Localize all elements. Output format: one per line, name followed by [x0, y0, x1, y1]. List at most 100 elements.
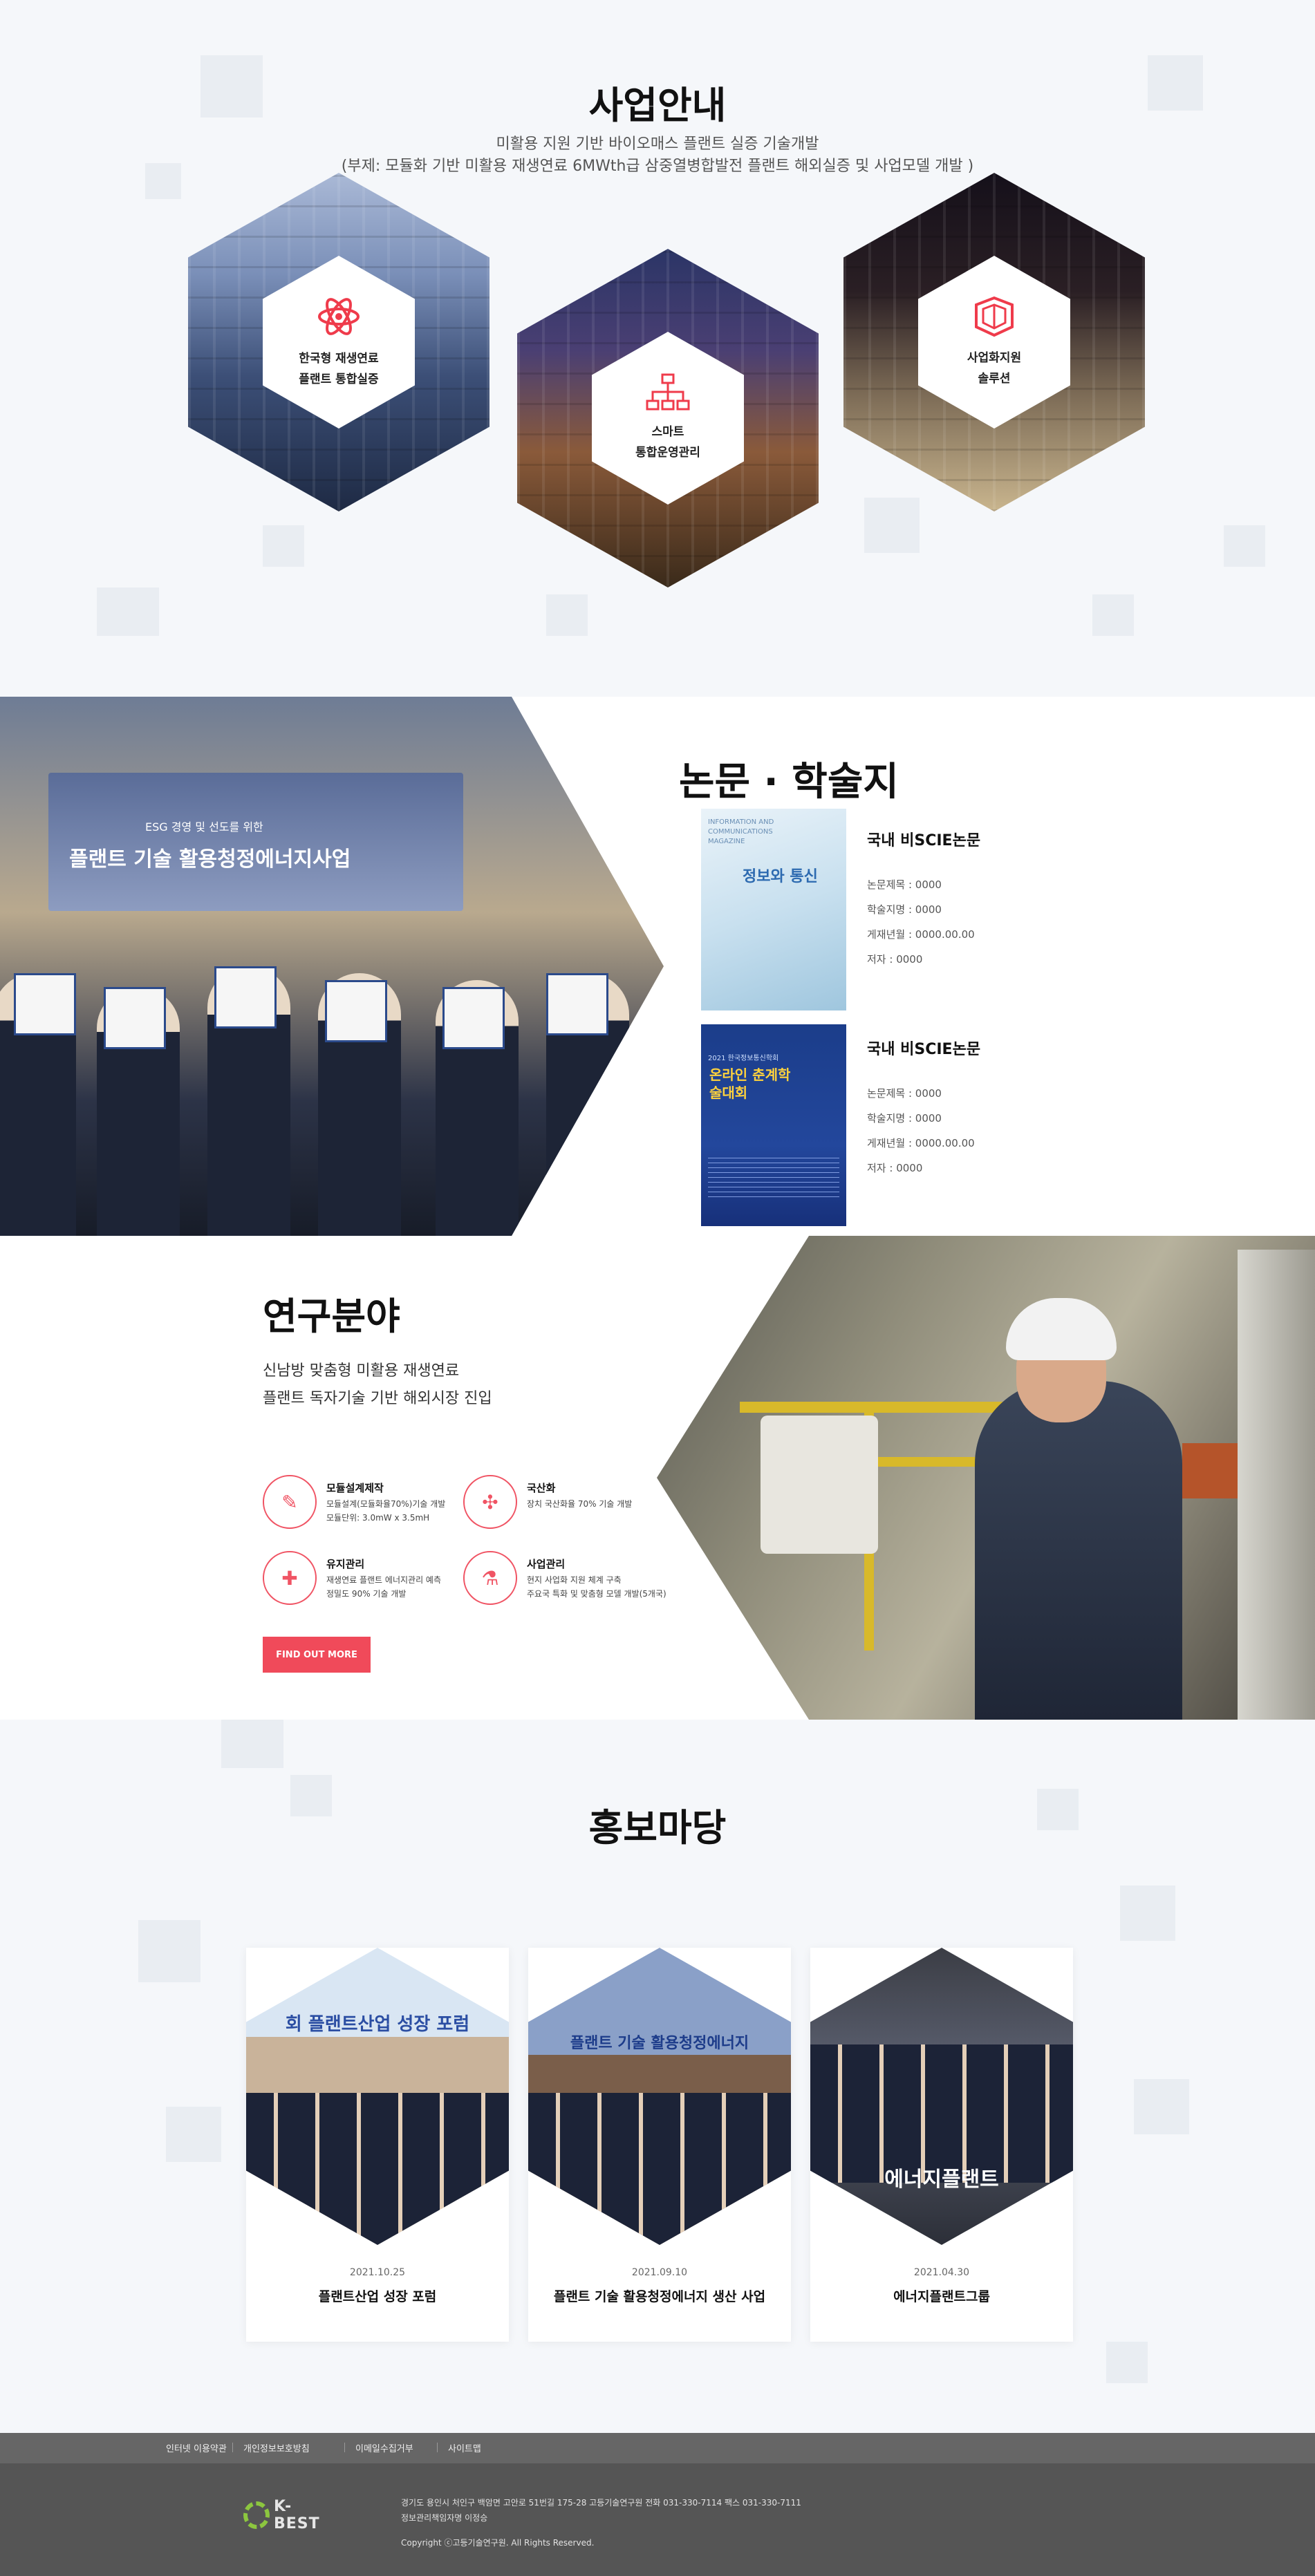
- footer-divider: [344, 2443, 345, 2452]
- decor-square: [263, 525, 304, 567]
- certificate: [546, 973, 608, 1035]
- footer-link-sitemap[interactable]: 사이트맵: [448, 2441, 481, 2454]
- cover-text: 2021 한국정보통신학회: [708, 1055, 779, 1062]
- page: 사업안내 미활용 지원 기반 바이오매스 플랜트 실증 기술개발 (부제: 모듈…: [0, 0, 1315, 2576]
- biz-item-label: 한국형 재생연료: [299, 352, 379, 366]
- footer-privacy-officer: 정보관리책임자명 이정승: [401, 2513, 488, 2523]
- paper-meta-line: 논문제목 : 0000: [867, 878, 942, 891]
- find-out-more-button[interactable]: FIND OUT MORE: [263, 1637, 371, 1673]
- feature-module-design: ✎ 모듈설계제작 모듈설계(모듈화율70%)기술 개발 모듈단위: 3.0mW …: [263, 1475, 470, 1530]
- biz-hex-smart-operation[interactable]: 스마트 통합운영관리: [517, 249, 819, 587]
- feature-desc-line: 모듈단위: 3.0mW x 3.5mH: [326, 1513, 430, 1523]
- paper-meta-line: 저자 : 0000: [867, 953, 923, 966]
- decor-square: [1134, 2079, 1189, 2134]
- subtitle-line: 플랜트 독자기술 기반 해외시장 진입: [263, 1390, 492, 1407]
- footer-address: 경기도 용인시 처인구 백암면 고안로 51번길 175-28 고등기술연구원 …: [401, 2498, 801, 2508]
- section-subtitle-detail: (부제: 모듈화 기반 미활용 재생연료 6MWth급 삼중열병합발전 플랜트 …: [341, 158, 974, 175]
- decor-square: [1092, 594, 1134, 636]
- footer-divider: [232, 2443, 233, 2452]
- pills-icon: ✚: [263, 1551, 317, 1605]
- plant-icon: ⚗: [463, 1551, 517, 1605]
- pr-card[interactable]: 플랜트 기술 활용청정에너지 2021.09.10 플랜트 기술 활용청정에너지…: [528, 1948, 791, 2342]
- logo-text: K-BEST: [273, 2498, 320, 2532]
- cover-detail: [708, 1156, 839, 1197]
- footer-link-terms[interactable]: 인터넷 이용약관: [166, 2441, 227, 2454]
- paper-meta-line: 게재년월 : 0000.00.00: [867, 1137, 975, 1149]
- pr-card-date: 2021.09.10: [631, 2267, 688, 2278]
- atom-icon: [318, 298, 360, 335]
- footer-link-privacy[interactable]: 개인정보보호방침: [243, 2441, 310, 2454]
- footer-logo[interactable]: K-BEST: [243, 2498, 333, 2532]
- paper-meta: 논문제목 : 0000 학술지명 : 0000 게재년월 : 0000.00.0…: [867, 1081, 975, 1181]
- business-section: 사업안내 미활용 지원 기반 바이오매스 플랜트 실증 기술개발 (부제: 모듈…: [0, 0, 1315, 697]
- pr-card-title: 플랜트산업 성장 포럼: [318, 2289, 437, 2304]
- feature-title: 모듈설계제작: [326, 1482, 384, 1494]
- cube-icon: [975, 296, 1014, 337]
- section-subtitle: 미활용 지원 기반 바이오매스 플랜트 실증 기술개발: [496, 135, 819, 153]
- research-section: 연구분야 신남방 맞춤형 미활용 재생연료 플랜트 독자기술 기반 해외시장 진…: [0, 1236, 1315, 1720]
- worker-photo: [657, 1236, 1315, 1720]
- paper-title[interactable]: 국내 비SCIE논문: [867, 1037, 980, 1059]
- pr-card[interactable]: 에너지플랜트 2021.04.30 에너지플랜트그룹: [810, 1948, 1073, 2342]
- crowd: [528, 2093, 791, 2245]
- network-icon: ✣: [463, 1475, 517, 1529]
- subtitle-line: 신남방 맞춤형 미활용 재생연료: [263, 1362, 460, 1380]
- footer-divider: [437, 2443, 438, 2452]
- biz-item-label: 스마트: [651, 425, 684, 439]
- pr-card-title: 에너지플랜트그룹: [893, 2289, 990, 2304]
- cover-text: MAGAZINE: [708, 838, 745, 845]
- pr-card-date: 2021.10.25: [349, 2267, 406, 2278]
- feature-desc-line: 모듈설계(모듈화율70%)기술 개발: [326, 1499, 446, 1509]
- decor-square: [1120, 1886, 1175, 1941]
- certificate: [442, 987, 505, 1049]
- decor-square: [546, 594, 588, 636]
- feature-desc: 장치 국산화율 70% 기술 개발: [527, 1497, 632, 1511]
- paper-title[interactable]: 국내 비SCIE논문: [867, 828, 980, 850]
- decor-square: [138, 1920, 200, 1982]
- pr-card[interactable]: 회 플랜트산업 성장 포럼 2021.10.25 플랜트산업 성장 포럼: [246, 1948, 509, 2342]
- feature-desc: 현지 사업화 지원 체계 구축 주요국 특화 및 맞춤형 모델 개발(5개국): [527, 1573, 666, 1601]
- pr-card-image: 회 플랜트산업 성장 포럼: [246, 1948, 509, 2245]
- decor-square: [864, 498, 920, 553]
- helmet: [1006, 1298, 1117, 1360]
- cover-text: INFORMATION AND: [708, 818, 774, 826]
- feature-title: 유지관리: [326, 1558, 365, 1570]
- biz-hex-integrated-demo[interactable]: 한국형 재생연료 플랜트 통합실증: [188, 173, 489, 511]
- pen-icon: ✎: [263, 1475, 317, 1529]
- decor-square: [97, 587, 159, 636]
- cover-text: COMMUNICATIONS: [708, 828, 773, 836]
- feature-desc-line: 정밀도 90% 기술 개발: [326, 1589, 407, 1599]
- ceremony-photo: ESG 경영 및 선도를 위한 플랜트 기술 활용청정에너지사업: [0, 697, 664, 1236]
- paper-meta-line: 저자 : 0000: [867, 1162, 923, 1174]
- certificate: [104, 987, 166, 1049]
- section-title: 논문 · 학술지: [679, 760, 899, 805]
- footer-links-bar: 인터넷 이용약관 개인정보보호방침 이메일수집거부 사이트맵: [0, 2433, 1315, 2463]
- journal-cover[interactable]: INFORMATION AND COMMUNICATIONS MAGAZINE …: [701, 809, 846, 1010]
- footer-link-email-refusal[interactable]: 이메일수집거부: [355, 2441, 413, 2454]
- gear-icon: [243, 2501, 270, 2529]
- pr-card-image: 에너지플랜트: [810, 1948, 1073, 2245]
- pipe: [1238, 1250, 1315, 1720]
- pr-section: 홍보마당 회 플랜트산업 성장 포럼 2021.10.25 플랜트산업 성장 포…: [0, 1720, 1315, 2433]
- journal-cover[interactable]: 2021 한국정보통신학회 온라인 춘계학술대회: [701, 1024, 846, 1226]
- decor-square: [221, 1720, 283, 1768]
- feature-desc-line: 장치 국산화율 70% 기술 개발: [527, 1499, 633, 1509]
- biz-item-label: 솔루션: [978, 372, 1011, 386]
- pr-card-image: 플랜트 기술 활용청정에너지: [528, 1948, 791, 2245]
- paper-meta-line: 학술지명 : 0000: [867, 1112, 942, 1125]
- section-title: 사업안내: [588, 84, 727, 127]
- feature-business-mgmt: ⚗ 사업관리 현지 사업화 지원 체계 구축 주요국 특화 및 맞춤형 모델 개…: [463, 1551, 671, 1606]
- decor-square: [1106, 2342, 1148, 2383]
- feature-desc: 모듈설계(모듈화율70%)기술 개발 모듈단위: 3.0mW x 3.5mH: [326, 1497, 445, 1525]
- section-subtitle: 신남방 맞춤형 미활용 재생연료 플랜트 독자기술 기반 해외시장 진입: [263, 1357, 492, 1413]
- photo-banner-text: 플랜트 기술 활용청정에너지: [570, 2035, 749, 2052]
- biz-item-label: 사업화지원: [967, 351, 1022, 365]
- biz-hex-commercialization[interactable]: 사업화지원 솔루션: [843, 173, 1145, 511]
- section-title: 홍보마당: [588, 1806, 727, 1850]
- feature-title: 사업관리: [527, 1558, 566, 1570]
- certificate: [14, 973, 76, 1035]
- paper-meta: 논문제목 : 0000 학술지명 : 0000 게재년월 : 0000.00.0…: [867, 872, 975, 972]
- cover-title: 정보와 통신: [743, 868, 818, 885]
- feature-desc-line: 재생연료 플랜트 에너지관리 예측: [326, 1575, 442, 1585]
- hierarchy-icon: [646, 373, 690, 411]
